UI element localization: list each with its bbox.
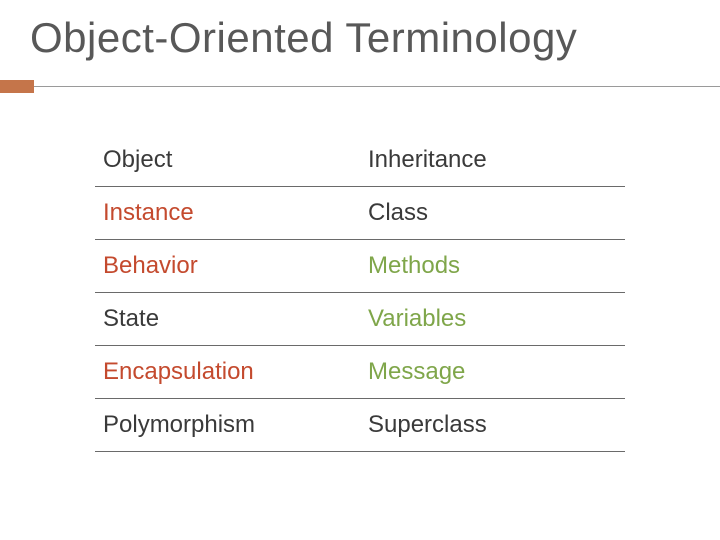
table-row: State Variables (95, 293, 625, 346)
term-left: State (95, 293, 360, 346)
page-title: Object-Oriented Terminology (30, 14, 577, 62)
term-right: Superclass (360, 399, 625, 452)
term-left: Encapsulation (95, 346, 360, 399)
term-left: Behavior (95, 240, 360, 293)
title-rule (0, 80, 720, 93)
term-left: Object (95, 134, 360, 187)
term-right: Class (360, 187, 625, 240)
rule-line (34, 86, 720, 87)
table-row: Object Inheritance (95, 134, 625, 187)
table-row: Instance Class (95, 187, 625, 240)
table-row: Polymorphism Superclass (95, 399, 625, 452)
term-right: Message (360, 346, 625, 399)
terminology-table: Object Inheritance Instance Class Behavi… (95, 134, 625, 452)
term-left: Polymorphism (95, 399, 360, 452)
term-right: Methods (360, 240, 625, 293)
slide: Object-Oriented Terminology Object Inher… (0, 0, 720, 540)
term-right: Inheritance (360, 134, 625, 187)
table-body: Object Inheritance Instance Class Behavi… (95, 134, 625, 452)
term-left: Instance (95, 187, 360, 240)
table-row: Encapsulation Message (95, 346, 625, 399)
table-row: Behavior Methods (95, 240, 625, 293)
term-right: Variables (360, 293, 625, 346)
rule-accent (0, 80, 34, 93)
